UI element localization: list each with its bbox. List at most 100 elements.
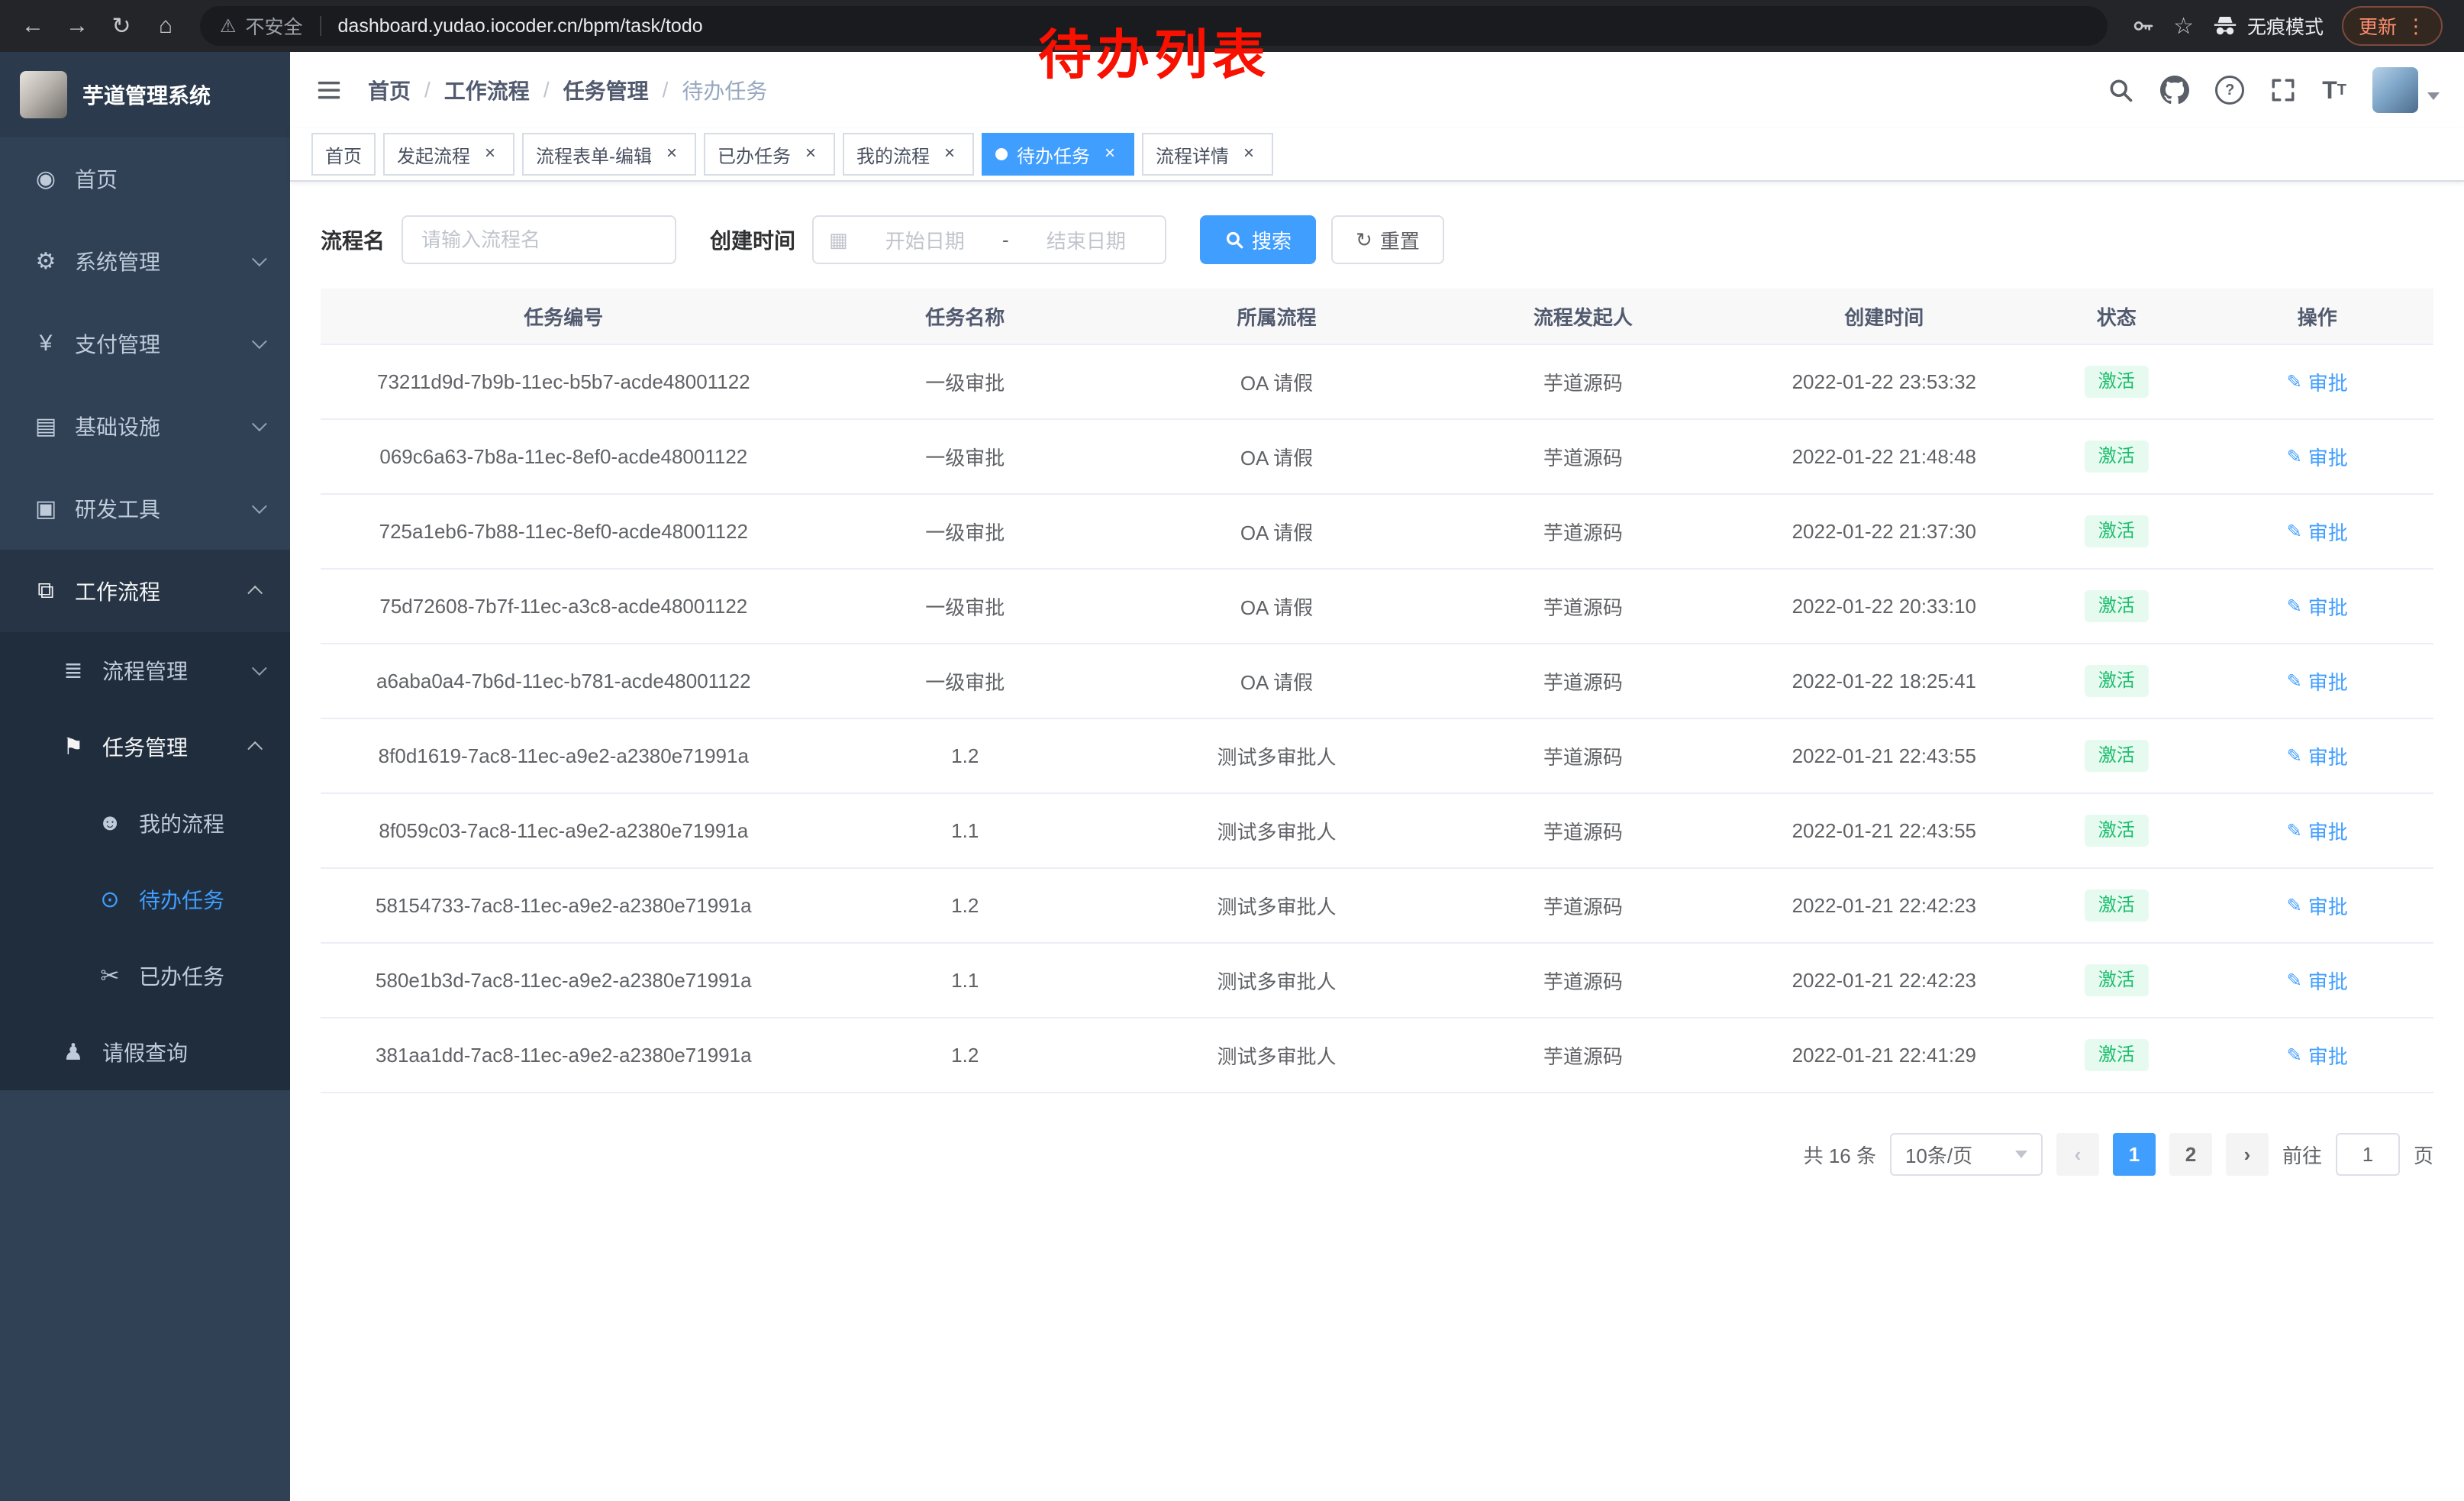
page-button-2[interactable]: 2 — [2169, 1133, 2212, 1176]
approve-link[interactable]: ✎审批 — [2287, 443, 2348, 471]
cell-action: ✎审批 — [2201, 718, 2433, 793]
sidebar-collapse-icon[interactable] — [314, 76, 343, 105]
approve-link[interactable]: ✎审批 — [2287, 892, 2348, 920]
cell-status: 激活 — [2032, 868, 2201, 943]
update-browser-button[interactable]: 更新 ⋮ — [2342, 6, 2443, 46]
search-button-label: 搜索 — [1252, 226, 1292, 254]
browser-actions: ☆ 无痕模式 更新 ⋮ — [2121, 6, 2452, 46]
sidebar-item-done-task[interactable]: ✂已办任务 — [0, 938, 290, 1014]
sidebar-item-infrastructure[interactable]: ▤基础设施 — [0, 385, 290, 467]
app-logo[interactable]: 芋道管理系统 — [0, 52, 290, 137]
gear-icon: ⚙ — [31, 248, 61, 275]
approve-label: 审批 — [2308, 667, 2348, 696]
help-icon[interactable]: ? — [2215, 76, 2244, 105]
close-icon[interactable]: × — [661, 144, 682, 165]
search-button[interactable]: 搜索 — [1200, 215, 1316, 264]
tab-my-process[interactable]: 我的流程× — [843, 133, 974, 176]
cell-process: 测试多审批人 — [1124, 793, 1430, 868]
bookmark-star-icon[interactable]: ☆ — [2173, 13, 2194, 40]
github-icon[interactable] — [2160, 76, 2189, 105]
close-icon[interactable]: × — [479, 144, 501, 165]
sidebar-item-workflow[interactable]: ⧉工作流程 — [0, 550, 290, 632]
password-key-icon[interactable] — [2130, 14, 2155, 38]
tab-todo-task[interactable]: 待办任务× — [982, 133, 1134, 176]
breadcrumb-separator: / — [663, 78, 669, 102]
cell-action: ✎审批 — [2201, 793, 2433, 868]
sidebar-item-process-management[interactable]: ≣流程管理 — [0, 632, 290, 709]
status-badge: 激活 — [2085, 665, 2149, 697]
reload-icon[interactable]: ↻ — [101, 5, 142, 47]
goto-page-input[interactable] — [2336, 1133, 2400, 1176]
cell-starter: 芋道源码 — [1430, 943, 1736, 1018]
cell-time: 2022-01-21 22:42:23 — [1737, 868, 2033, 943]
back-icon[interactable]: ← — [12, 5, 53, 47]
breadcrumb-item[interactable]: 工作流程 — [444, 75, 530, 105]
tab-done-task[interactable]: 已办任务× — [704, 133, 835, 176]
start-date-placeholder: 开始日期 — [862, 226, 989, 254]
close-icon[interactable]: × — [1238, 144, 1259, 165]
cell-action: ✎审批 — [2201, 943, 2433, 1018]
chevron-down-icon — [252, 499, 267, 514]
date-range-picker[interactable]: ▦ 开始日期 - 结束日期 — [812, 215, 1166, 264]
approve-link[interactable]: ✎审批 — [2287, 518, 2348, 546]
sidebar-item-my-process[interactable]: ☻我的流程 — [0, 785, 290, 861]
close-icon[interactable]: × — [800, 144, 821, 165]
approve-link[interactable]: ✎审批 — [2287, 742, 2348, 770]
approve-link[interactable]: ✎审批 — [2287, 592, 2348, 621]
sidebar-item-label: 支付管理 — [75, 328, 240, 359]
process-name-input[interactable] — [402, 215, 676, 264]
main-area: 首页/工作流程/任务管理/待办任务 ? — [290, 52, 2464, 1501]
tab-process-detail[interactable]: 流程详情× — [1142, 133, 1273, 176]
not-secure-warning-icon: ⚠ — [220, 15, 237, 37]
approve-link[interactable]: ✎审批 — [2287, 967, 2348, 995]
status-badge: 激活 — [2085, 515, 2149, 547]
sidebar-item-todo-task[interactable]: ⊙待办任务 — [0, 861, 290, 938]
tab-process-form-edit[interactable]: 流程表单-编辑× — [522, 133, 696, 176]
tab-home[interactable]: 首页 — [311, 133, 376, 176]
close-icon[interactable]: × — [1099, 144, 1121, 165]
yen-icon: ¥ — [31, 331, 61, 357]
sidebar-item-dev-tools[interactable]: ▣研发工具 — [0, 467, 290, 550]
search-icon[interactable] — [2107, 76, 2134, 104]
cell-name: 一级审批 — [807, 344, 1124, 419]
sidebar-item-system-management[interactable]: ⚙系统管理 — [0, 220, 290, 302]
close-icon[interactable]: × — [939, 144, 960, 165]
next-page-button[interactable]: › — [2226, 1133, 2269, 1176]
approve-link[interactable]: ✎审批 — [2287, 817, 2348, 845]
approve-link[interactable]: ✎审批 — [2287, 368, 2348, 396]
forward-icon[interactable]: → — [56, 5, 98, 47]
table-row: 381aa1dd-7ac8-11ec-a9e2-a2380e71991a1.2测… — [321, 1018, 2433, 1093]
prev-page-button[interactable]: ‹ — [2056, 1133, 2099, 1176]
tab-initiate-process[interactable]: 发起流程× — [383, 133, 514, 176]
filter-form: 流程名 创建时间 ▦ 开始日期 - 结束日期 — [290, 182, 2464, 289]
edit-icon: ✎ — [2287, 371, 2302, 393]
sidebar: 芋道管理系统 ◉首页⚙系统管理 ¥ 支付管理 ▤基础设施▣研发工具⧉工作流程≣流程管理… — [0, 52, 290, 1501]
approve-link[interactable]: ✎审批 — [2287, 667, 2348, 696]
sidebar-item-leave-query[interactable]: ♟请假查询 — [0, 1014, 290, 1090]
incognito-indicator: 无痕模式 — [2212, 12, 2324, 40]
table-row: 73211d9d-7b9b-11ec-b5b7-acde48001122一级审批… — [321, 344, 2433, 419]
cell-process: 测试多审批人 — [1124, 1018, 1430, 1093]
cell-starter: 芋道源码 — [1430, 1018, 1736, 1093]
home-icon[interactable]: ⌂ — [145, 5, 186, 47]
search-icon — [1224, 230, 1244, 250]
sidebar-item-task-management[interactable]: ⚑任务管理 — [0, 709, 290, 785]
cell-starter: 芋道源码 — [1430, 419, 1736, 494]
approve-link[interactable]: ✎审批 — [2287, 1041, 2348, 1070]
fullscreen-icon[interactable] — [2270, 77, 2296, 103]
sidebar-item-label: 我的流程 — [139, 808, 263, 838]
breadcrumb-item[interactable]: 任务管理 — [563, 75, 649, 105]
font-size-icon[interactable]: TT — [2322, 78, 2346, 102]
cell-name: 一级审批 — [807, 644, 1124, 718]
user-menu[interactable] — [2372, 67, 2440, 113]
table-header-row: 任务编号任务名称所属流程流程发起人创建时间状态操作 — [321, 289, 2433, 344]
cell-id: 725a1eb6-7b88-11ec-8ef0-acde48001122 — [321, 494, 807, 569]
sidebar-item-home[interactable]: ◉首页 — [0, 137, 290, 220]
sidebar-menu: ◉首页⚙系统管理 ¥ 支付管理 ▤基础设施▣研发工具⧉工作流程≣流程管理⚑任务管理☻我… — [0, 137, 290, 1501]
table-row: 8f0d1619-7ac8-11ec-a9e2-a2380e71991a1.2测… — [321, 718, 2433, 793]
page-button-1[interactable]: 1 — [2113, 1133, 2156, 1176]
reset-button[interactable]: ↻ 重置 — [1331, 215, 1444, 264]
page-size-select[interactable]: 10条/页 — [1890, 1133, 2043, 1176]
breadcrumb-item[interactable]: 首页 — [368, 75, 411, 105]
sidebar-item-payment-management[interactable]: ¥ 支付管理 — [0, 302, 290, 385]
